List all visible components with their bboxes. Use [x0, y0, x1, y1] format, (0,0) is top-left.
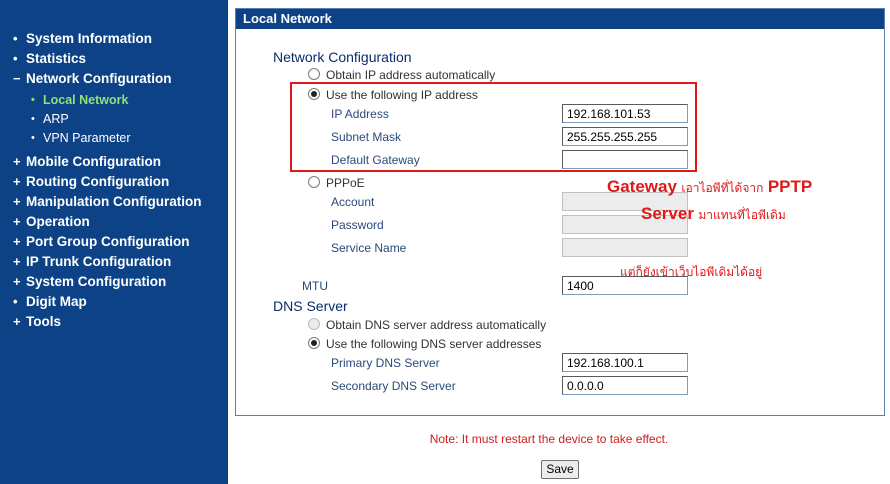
service-name-label: Service Name	[331, 241, 407, 255]
network-configuration-heading: Network Configuration	[273, 49, 412, 65]
nav-network-configuration[interactable]: − Network Configuration	[13, 69, 172, 87]
nav-label: IP Trunk Configuration	[26, 253, 172, 269]
nav-system-information[interactable]: • System Information	[13, 29, 152, 47]
bullet-icon: •	[31, 132, 35, 144]
nav-label: Routing Configuration	[26, 173, 170, 189]
obtain-ip-auto-radio[interactable]	[308, 68, 320, 80]
nav-label: Digit Map	[26, 293, 87, 309]
nav-label: System Information	[26, 30, 153, 46]
restart-note: Note: It must restart the device to take…	[429, 432, 669, 446]
nav-sub-label: ARP	[43, 112, 69, 126]
bullet-icon: •	[13, 50, 18, 66]
pppoe-radio[interactable]	[308, 176, 320, 188]
nav-label: Mobile Configuration	[26, 153, 161, 169]
service-name-input[interactable]	[562, 238, 688, 257]
nav-mobile-configuration[interactable]: + Mobile Configuration	[13, 152, 161, 170]
annotation-thai-2: มาแทนที่ไอพีเดิม	[698, 208, 786, 222]
annotation-line-3: แต่ก็ยังเข้าเว็บไอพีเดิมได้อยู่	[620, 263, 762, 282]
primary-dns-input[interactable]	[562, 353, 688, 372]
obtain-ip-auto-label: Obtain IP address automatically	[326, 68, 496, 82]
annotation-line-1: Gateway เอาไอพีที่ได้จาก PPTP	[607, 177, 812, 198]
obtain-dns-auto-label: Obtain DNS server address automatically	[326, 318, 547, 332]
expand-icon: +	[13, 193, 21, 209]
nav-routing-configuration[interactable]: + Routing Configuration	[13, 172, 169, 190]
obtain-dns-auto-radio[interactable]	[308, 318, 320, 330]
collapse-icon: −	[13, 70, 21, 86]
bullet-icon: •	[31, 113, 35, 125]
nav-manipulation-configuration[interactable]: + Manipulation Configuration	[13, 192, 201, 210]
annotation-thai-1: เอาไอพีที่ได้จาก	[681, 181, 764, 195]
use-following-dns-radio[interactable]	[308, 337, 320, 349]
save-button[interactable]: Save	[541, 460, 579, 479]
use-following-dns-label: Use the following DNS server addresses	[326, 337, 542, 351]
nav-label: Port Group Configuration	[26, 233, 190, 249]
annotation-pptp: PPTP	[767, 177, 813, 196]
bullet-icon: •	[13, 30, 18, 46]
bullet-icon: •	[31, 94, 35, 106]
expand-icon: +	[13, 273, 21, 289]
expand-icon: +	[13, 173, 21, 189]
nav-system-configuration[interactable]: + System Configuration	[13, 272, 166, 290]
nav-sub-arp[interactable]: • ARP	[31, 111, 69, 127]
expand-icon: +	[13, 153, 21, 169]
nav-operation[interactable]: + Operation	[13, 212, 90, 230]
expand-icon: +	[13, 313, 21, 329]
annotation-line-2: Server มาแทนที่ไอพีเดิม	[641, 204, 786, 225]
nav-sub-label: VPN Parameter	[43, 131, 131, 145]
nav-sub-label: Local Network	[43, 93, 129, 107]
expand-icon: +	[13, 233, 21, 249]
nav-label: System Configuration	[26, 273, 167, 289]
password-label: Password	[331, 218, 384, 232]
expand-icon: +	[13, 253, 21, 269]
nav-label: Statistics	[26, 50, 87, 66]
sidebar: • System Information • Statistics − Network…	[0, 0, 228, 484]
primary-dns-label: Primary DNS Server	[331, 356, 440, 370]
nav-sub-local-network[interactable]: • Local Network	[31, 92, 128, 108]
nav-port-group-configuration[interactable]: + Port Group Configuration	[13, 232, 189, 250]
nav-sub-vpn-parameter[interactable]: • VPN Parameter	[31, 130, 131, 146]
nav-label: Tools	[26, 313, 61, 329]
highlight-box	[290, 82, 697, 172]
nav-label: Manipulation Configuration	[26, 193, 202, 209]
nav-statistics[interactable]: • Statistics	[13, 49, 86, 67]
nav-label: Network Configuration	[26, 70, 172, 86]
bullet-icon: •	[13, 293, 18, 309]
panel-title: Local Network	[236, 9, 884, 29]
secondary-dns-label: Secondary DNS Server	[331, 379, 456, 393]
nav-digit-map[interactable]: • Digit Map	[13, 292, 87, 310]
expand-icon: +	[13, 213, 21, 229]
mtu-label: MTU	[302, 279, 328, 293]
nav-tools[interactable]: + Tools	[13, 312, 61, 330]
account-label: Account	[331, 195, 375, 209]
annotation-gateway: Gateway	[607, 177, 677, 196]
dns-server-heading: DNS Server	[273, 298, 348, 314]
nav-ip-trunk-configuration[interactable]: + IP Trunk Configuration	[13, 252, 171, 270]
nav-label: Operation	[26, 213, 90, 229]
secondary-dns-input[interactable]	[562, 376, 688, 395]
pppoe-label: PPPoE	[326, 176, 365, 190]
annotation-server: Server	[641, 204, 694, 223]
annotation-thai-3: แต่ก็ยังเข้าเว็บไอพีเดิมได้อยู่	[620, 265, 763, 279]
